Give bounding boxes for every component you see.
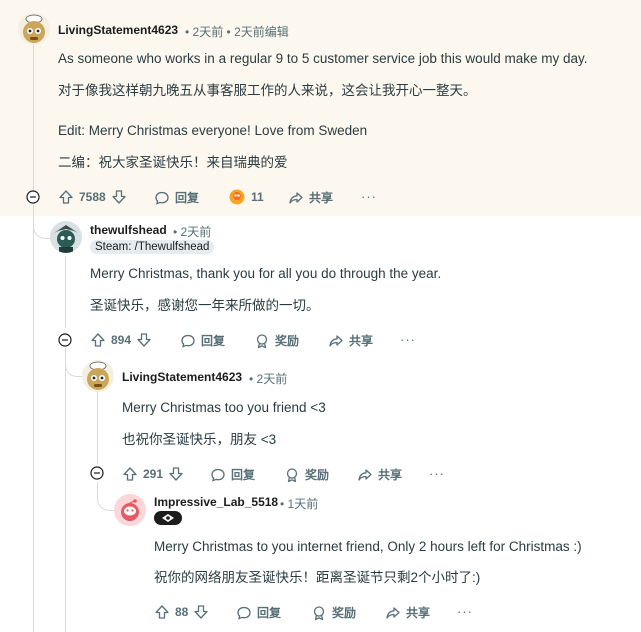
comment-bubble-icon <box>155 191 169 205</box>
comment-timestamp: • 1天前 <box>280 497 319 511</box>
thread-line-3 <box>97 392 98 464</box>
downvote-icon[interactable] <box>136 332 152 348</box>
vote-controls: 894 <box>90 332 152 348</box>
downvote-icon[interactable] <box>111 189 127 205</box>
comment-body-line: 祝你的网络朋友圣诞快乐！距离圣诞节只剩2个小时了:) <box>154 570 481 585</box>
collapse-icon <box>58 333 72 347</box>
more-options-button[interactable]: ··· <box>429 466 445 481</box>
collapse-icon <box>26 190 40 204</box>
comment-body-line: Merry Christmas too you friend <3 <box>122 400 326 415</box>
share-label: 共享 <box>378 468 403 482</box>
downvote-icon[interactable] <box>193 604 209 620</box>
comment-author[interactable]: thewulfshead <box>90 223 167 237</box>
avatar[interactable] <box>18 13 50 45</box>
award-label: 奖励 <box>305 468 330 482</box>
comment-bubble-icon <box>211 468 225 482</box>
more-options-button[interactable]: ··· <box>361 189 377 204</box>
comment-body-line: Merry Christmas, thank you for all you d… <box>90 266 442 281</box>
comment-body-line: 也祝你圣诞快乐，朋友 <3 <box>122 432 277 447</box>
share-icon <box>289 191 303 204</box>
collapse-thread-button[interactable] <box>26 190 40 204</box>
snoo-avatar-icon <box>54 225 78 253</box>
badge-icon <box>162 514 174 522</box>
share-button[interactable]: 共享 <box>357 466 402 483</box>
award-icon <box>256 333 268 348</box>
comment-body-line: 对于像我这样朝九晚五从事客服工作的人来说，这会让我开心一整天。 <box>58 83 477 98</box>
reply-label: 回复 <box>201 334 226 348</box>
reply-button[interactable]: 回复 <box>180 332 225 349</box>
thread-line-2b <box>65 348 66 632</box>
share-icon <box>386 606 400 619</box>
reply-button[interactable]: 回复 <box>154 189 199 206</box>
reply-label: 回复 <box>231 468 256 482</box>
collapse-thread-button[interactable] <box>58 333 72 347</box>
reply-button[interactable]: 回复 <box>210 466 255 483</box>
vote-controls: 291 <box>122 466 184 482</box>
avatar[interactable] <box>50 221 82 253</box>
collapse-icon <box>90 466 104 480</box>
share-icon <box>358 468 372 481</box>
share-button[interactable]: 共享 <box>288 189 333 206</box>
downvote-icon[interactable] <box>168 466 184 482</box>
default-snoo-avatar-icon <box>121 499 139 521</box>
thread-line-2 <box>65 256 66 328</box>
vote-controls: 88 <box>154 604 209 620</box>
award-button[interactable]: 奖励 <box>254 332 299 349</box>
more-options-button[interactable]: ··· <box>400 332 416 347</box>
avatar[interactable] <box>114 494 146 526</box>
avatar[interactable] <box>82 360 114 392</box>
comment-body-line: 圣诞快乐，感谢您一年来所做的一切。 <box>90 298 320 313</box>
upvote-icon[interactable] <box>154 604 170 620</box>
comment-body-line: Merry Christmas to you internet friend, … <box>154 539 582 554</box>
vote-count: 291 <box>143 467 164 481</box>
comment-body-line: Edit: Merry Christmas everyone! Love fro… <box>58 123 368 138</box>
vote-controls: 7588 <box>58 189 127 205</box>
reply-button[interactable]: 回复 <box>236 604 281 621</box>
snoo-avatar-icon <box>23 14 45 43</box>
comment-timestamp: • 2天前 <box>249 372 288 386</box>
user-flair: Steam: /Thewulfshead <box>90 240 215 254</box>
share-button[interactable]: 共享 <box>328 332 373 349</box>
vote-count: 894 <box>111 333 132 347</box>
comment-timestamp: • 2天前 • 2天前编辑 <box>185 25 289 39</box>
thread-elbow-1 <box>33 216 50 239</box>
award-icon <box>313 605 325 620</box>
user-badge <box>154 511 182 525</box>
award-label: 奖励 <box>332 606 357 620</box>
thread-elbow-3 <box>97 486 114 511</box>
upvote-icon[interactable] <box>90 332 106 348</box>
reply-label: 回复 <box>175 191 200 205</box>
share-icon <box>329 334 343 347</box>
award-icon <box>286 467 298 482</box>
upvote-icon[interactable] <box>122 466 138 482</box>
collapse-thread-button[interactable] <box>90 466 104 480</box>
comment-body-line: As someone who works in a regular 9 to 5… <box>58 51 588 66</box>
upvote-icon[interactable] <box>58 189 74 205</box>
award-label: 奖励 <box>275 334 300 348</box>
vote-count: 88 <box>175 605 189 619</box>
comment-author[interactable]: Impressive_Lab_5518 <box>154 495 278 509</box>
share-button[interactable]: 共享 <box>385 604 430 621</box>
comment-author[interactable]: LivingStatement4623 <box>58 23 178 37</box>
thread-elbow-2 <box>65 352 82 377</box>
comment-body-line: 二编：祝大家圣诞快乐！来自瑞典的爱 <box>58 155 288 170</box>
reply-label: 回复 <box>257 606 282 620</box>
vote-count: 7588 <box>79 190 106 204</box>
comment-author[interactable]: LivingStatement4623 <box>122 370 242 384</box>
award-count: 11 <box>251 190 264 204</box>
snoo-avatar-icon <box>87 361 109 390</box>
comment-bubble-icon <box>181 334 195 348</box>
more-options-button[interactable]: ··· <box>457 604 473 619</box>
award-button[interactable]: 奖励 <box>284 466 329 483</box>
share-label: 共享 <box>309 191 334 205</box>
thread-line-1 <box>33 44 34 194</box>
award-button[interactable]: 奖励 <box>311 604 356 621</box>
award-gold-icon <box>229 189 245 205</box>
thread-line-1b <box>33 205 34 632</box>
comment-timestamp: • 2天前 <box>173 225 212 239</box>
share-label: 共享 <box>349 334 374 348</box>
comment-bubble-icon <box>237 606 251 620</box>
share-label: 共享 <box>406 606 431 620</box>
award-button[interactable]: 11 <box>228 188 264 206</box>
